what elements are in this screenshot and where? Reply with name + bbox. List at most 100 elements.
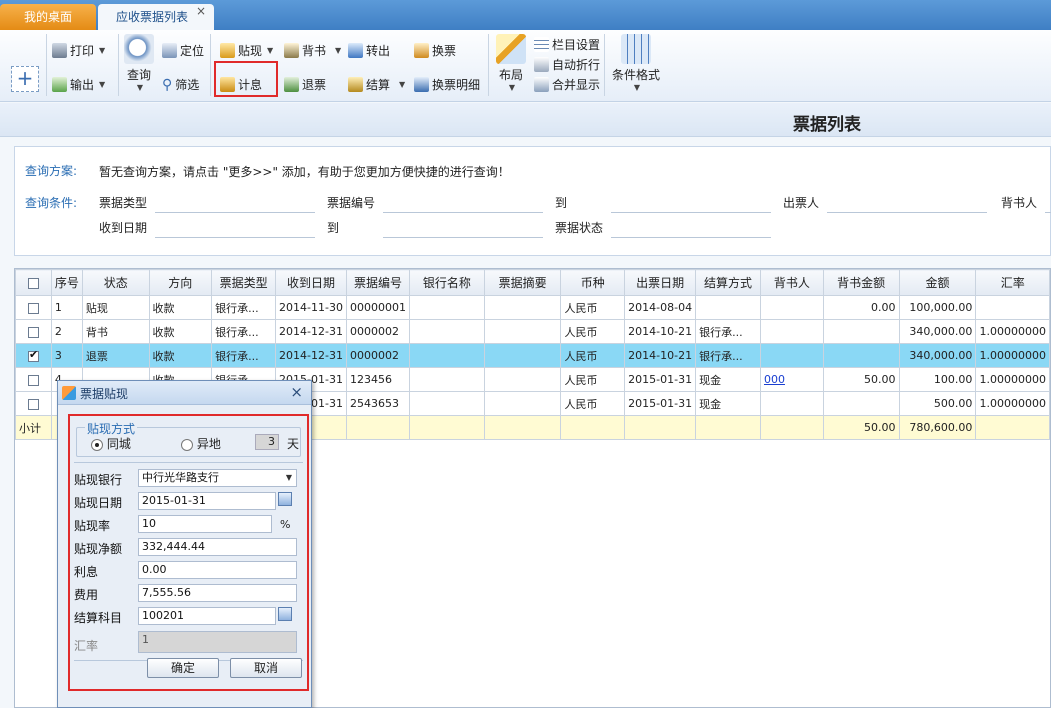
bill-no-to-input[interactable] — [611, 212, 771, 213]
column-settings-button[interactable]: 栏目设置 — [534, 36, 600, 53]
header-select-all[interactable] — [15, 269, 52, 296]
cell-cur: 人民币 — [560, 319, 626, 344]
col-header[interactable]: 背书金额 — [822, 269, 900, 296]
col-header[interactable]: 状态 — [81, 269, 150, 296]
col-header[interactable]: 票据编号 — [345, 269, 410, 296]
discount-date-input[interactable]: 2015-01-31 — [138, 492, 276, 510]
row-checkbox[interactable] — [27, 326, 39, 338]
rate-unit: % — [280, 518, 291, 531]
wrap-icon — [534, 57, 549, 72]
tab-my-desktop[interactable]: 我的桌面 — [0, 4, 96, 30]
col-header[interactable]: 结算方式 — [695, 269, 761, 296]
bill-no-from-input[interactable] — [383, 212, 543, 213]
row-checkbox[interactable] — [27, 398, 39, 410]
recv-date-from-input[interactable] — [155, 237, 315, 238]
discount-icon — [220, 43, 235, 58]
subtotal-cell — [695, 415, 761, 440]
chevron-down-icon[interactable]: ▼ — [286, 470, 292, 486]
exchange-bill-button[interactable]: 换票 — [414, 42, 456, 59]
endorser-input[interactable] — [1045, 212, 1051, 213]
cell-no: 2 — [50, 319, 83, 344]
row-select-cell[interactable] — [15, 295, 52, 320]
cell-billno: 00000001 — [345, 295, 410, 320]
interest-label: 利息 — [74, 565, 99, 579]
dialog-close-icon[interactable]: × — [290, 383, 303, 401]
drawer-input[interactable] — [827, 212, 987, 213]
row-checkbox[interactable] — [27, 302, 39, 314]
conditional-format-button[interactable]: 条件格式 ▼ — [608, 34, 664, 92]
fee-input[interactable]: 7,555.56 — [138, 584, 297, 602]
col-header[interactable]: 收到日期 — [275, 269, 347, 296]
col-header[interactable]: 票据类型 — [211, 269, 277, 296]
subtotal-amount: 780,600.00 — [898, 415, 977, 440]
table-row[interactable]: 2 背书 收款 银行承... 2014-12-31 0000002 人民币 2014-10-2… — [15, 319, 1050, 344]
dialog-highlight-box: 贴现方式 同城 异地 3 天 贴现银行 中行光华路支行 ▼ 贴现日期 2015-0… — [68, 414, 309, 691]
layout-button[interactable]: 布局 ▼ — [494, 34, 528, 92]
radio-local[interactable]: 同城 — [91, 435, 131, 452]
tab-close-icon[interactable]: × — [196, 4, 206, 18]
interest-button[interactable]: 计息 — [220, 76, 262, 93]
query-button[interactable]: 查询 ▼ — [122, 34, 156, 92]
row-checkbox[interactable] — [27, 348, 39, 362]
col-header[interactable]: 票据摘要 — [483, 269, 562, 296]
col-header[interactable]: 银行名称 — [408, 269, 485, 296]
radio-local-indicator[interactable] — [91, 438, 103, 451]
row-select-cell[interactable] — [15, 391, 52, 416]
endorse-button[interactable]: 背书 ▼ — [284, 42, 341, 59]
radio-remote[interactable]: 异地 — [181, 435, 221, 452]
bank-select[interactable]: 中行光华路支行 ▼ — [138, 469, 297, 487]
cell-eamt: 0.00 — [822, 295, 900, 320]
merge-display-button[interactable]: 合并显示 — [534, 76, 600, 93]
export-button[interactable]: 输出 ▼ — [52, 76, 105, 93]
transfer-out-button[interactable]: 转出 — [348, 42, 390, 59]
return-bill-button[interactable]: 退票 — [284, 76, 326, 93]
col-header[interactable]: 金额 — [898, 269, 977, 296]
cell-cur: 人民币 — [560, 367, 626, 392]
ok-button[interactable]: 确定 — [147, 658, 219, 678]
col-header[interactable]: 方向 — [148, 269, 213, 296]
col-header[interactable]: 序号 — [50, 269, 83, 296]
bill-status-input[interactable] — [611, 237, 771, 238]
add-button[interactable]: + — [11, 66, 39, 92]
row-select-cell[interactable] — [15, 343, 52, 368]
col-header[interactable]: 出票日期 — [624, 269, 697, 296]
fee-label: 费用 — [74, 588, 99, 602]
cell-summary — [483, 367, 562, 392]
settle-button[interactable]: 结算 ▼ — [348, 76, 405, 93]
cell-settle: 现金 — [695, 367, 761, 392]
row-checkbox[interactable] — [27, 374, 39, 386]
days-input[interactable]: 3 — [255, 434, 279, 450]
cell-issue: 2014-08-04 — [624, 295, 697, 320]
col-header[interactable]: 背书人 — [759, 269, 824, 296]
col-header[interactable]: 币种 — [560, 269, 626, 296]
discount-rate-label: 贴现率 — [74, 519, 111, 533]
fx-rate-label: 汇率 — [74, 639, 99, 653]
row-select-cell[interactable] — [15, 367, 52, 392]
locate-button[interactable]: 定位 — [162, 42, 204, 59]
cell-recv: 2014-11-30 — [275, 295, 347, 320]
cell-cur: 人民币 — [560, 295, 626, 320]
bill-type-input[interactable] — [155, 212, 315, 213]
recv-date-to-input[interactable] — [383, 237, 543, 238]
account-input[interactable]: 100201 — [138, 607, 276, 625]
interest-input[interactable]: 0.00 — [138, 561, 297, 579]
row-select-cell[interactable] — [15, 319, 52, 344]
columns-icon — [534, 37, 549, 52]
select-all-checkbox[interactable] — [27, 277, 39, 289]
net-amount-input[interactable]: 332,444.44 — [138, 538, 297, 556]
cell-no: 1 — [50, 295, 83, 320]
discount-button[interactable]: 贴现 ▼ — [220, 42, 273, 59]
filter-button[interactable]: ⚲ 筛选 — [162, 76, 199, 93]
calendar-icon[interactable] — [278, 492, 292, 506]
discount-rate-input[interactable]: 10 — [138, 515, 272, 533]
exchange-detail-button[interactable]: 换票明细 — [414, 76, 480, 93]
auto-wrap-button[interactable]: 自动折行 — [534, 56, 600, 73]
table-row[interactable]: 1 贴现 收款 银行承... 2014-11-30 00000001 人民币 2014-08-… — [15, 295, 1050, 320]
print-button[interactable]: 打印 ▼ — [52, 42, 105, 59]
table-row[interactable]: 3退票收款银行承...2014-12-310000002人民币2014-10-2… — [15, 343, 1050, 368]
cancel-button[interactable]: 取消 — [230, 658, 302, 678]
col-header[interactable]: 汇率 — [975, 269, 1050, 296]
account-lookup-icon[interactable] — [278, 607, 292, 621]
endorser-link[interactable]: 000 — [764, 373, 785, 386]
radio-remote-indicator[interactable] — [181, 438, 193, 451]
